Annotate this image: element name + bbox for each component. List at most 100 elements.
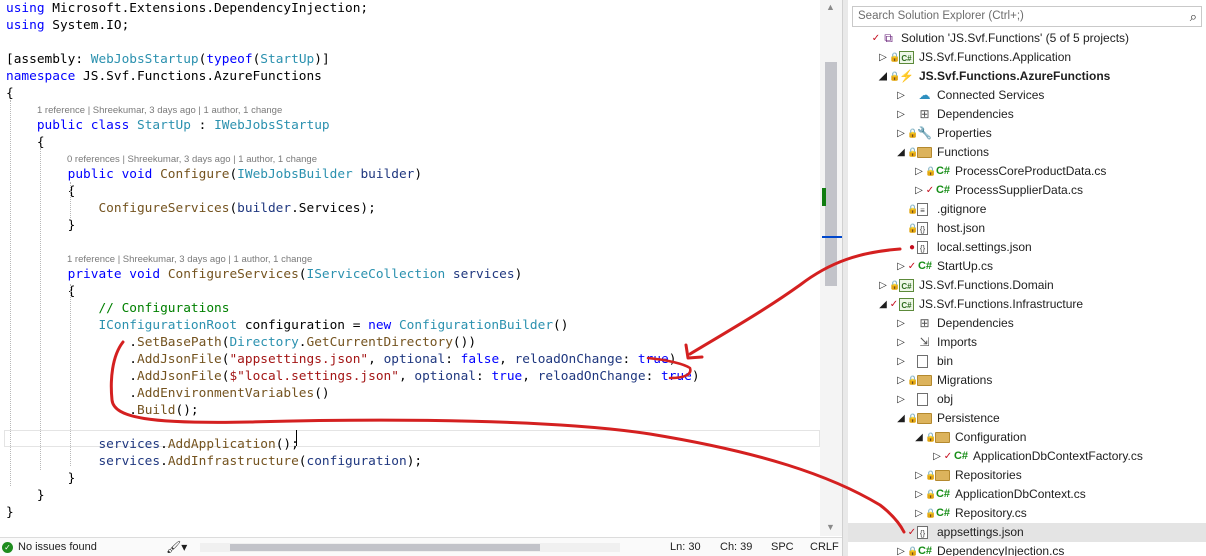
code-token: StartUp (260, 52, 315, 67)
tree-item[interactable]: ▷ ☁ Connected Services (848, 86, 1206, 105)
code-line[interactable]: services.AddInfrastructure(configuration… (6, 453, 422, 470)
code-line[interactable]: .AddEnvironmentVariables() (6, 385, 329, 402)
horizontal-scrollbar-thumb[interactable] (230, 544, 540, 551)
code-token: services (98, 437, 161, 452)
tree-item[interactable]: ●{} local.settings.json (848, 238, 1206, 257)
tree-item[interactable]: ◢ 🔒 Configuration (848, 428, 1206, 447)
code-line[interactable]: } (6, 504, 14, 521)
scrollbar-thumb[interactable] (825, 62, 837, 286)
editor-vertical-scrollbar[interactable]: ▲ ▼ (820, 0, 842, 536)
tree-item[interactable]: ▷ 🔒 Repositories (848, 466, 1206, 485)
tree-item[interactable]: ▷ 🔒 Migrations (848, 371, 1206, 390)
code-line[interactable]: [assembly: WebJobsStartup(typeof(StartUp… (6, 51, 330, 68)
tree-item[interactable]: ▷ ✓ C# ProcessSupplierData.cs (848, 181, 1206, 200)
expand-chevron-down-icon[interactable]: ◢ (878, 295, 888, 314)
code-line[interactable]: ConfigureServices(builder.Services); (6, 200, 375, 217)
expand-chevron-right-icon[interactable]: ▷ (914, 485, 924, 504)
search-icon[interactable]: ⌕ (1190, 7, 1197, 26)
code-line[interactable]: IConfigurationRoot configuration = new C… (6, 317, 568, 334)
code-line[interactable]: using Microsoft.Extensions.DependencyInj… (6, 0, 368, 17)
tree-item[interactable]: ▷ ⊞ Dependencies (848, 105, 1206, 124)
tree-item[interactable]: ▷ obj (848, 390, 1206, 409)
expand-chevron-right-icon[interactable]: ▷ (896, 314, 906, 333)
line-number[interactable]: Ln: 30 (670, 538, 701, 556)
code-editor[interactable]: using Microsoft.Extensions.DependencyInj… (0, 0, 848, 556)
code-token: AddApplication (167, 437, 276, 452)
tree-item[interactable]: ◢ ✓ C# JS.Svf.Functions.Infrastructure (848, 295, 1206, 314)
code-line[interactable]: services.AddApplication(); (6, 436, 298, 453)
codelens-info[interactable]: 1 reference | Shreekumar, 3 days ago | 1… (37, 105, 282, 117)
code-token: using (6, 18, 53, 33)
expand-chevron-right-icon[interactable]: ▷ (896, 371, 906, 390)
codelens-info[interactable]: 0 references | Shreekumar, 3 days ago | … (67, 154, 317, 166)
expand-chevron-right-icon[interactable]: ▷ (932, 447, 942, 466)
tree-item[interactable]: ◢ 🔒 Persistence (848, 409, 1206, 428)
tree-item[interactable]: ▷ 🔒 C# JS.Svf.Functions.Application (848, 48, 1206, 67)
code-line[interactable]: public class StartUp : IWebJobsStartup (6, 117, 330, 134)
tree-item[interactable]: ▷ ⊞ Dependencies (848, 314, 1206, 333)
scroll-up-arrow-icon[interactable]: ▲ (826, 2, 835, 12)
code-line[interactable]: } (6, 470, 76, 487)
tree-item[interactable]: ▷ 🔒 C# JS.Svf.Functions.Domain (848, 276, 1206, 295)
column-number[interactable]: Ch: 39 (720, 538, 752, 556)
code-line[interactable]: .Build(); (6, 402, 198, 419)
tree-item[interactable]: ▷ 🔒 C# ApplicationDbContext.cs (848, 485, 1206, 504)
tree-item[interactable]: ▷ bin (848, 352, 1206, 371)
expand-chevron-right-icon[interactable]: ▷ (896, 542, 906, 556)
tree-item[interactable]: ◢ 🔒 Functions (848, 143, 1206, 162)
code-token: new (368, 318, 399, 333)
code-line[interactable]: } (6, 487, 45, 504)
tree-item[interactable]: ✓{} appsettings.json (848, 523, 1206, 542)
expand-chevron-right-icon[interactable]: ▷ (914, 162, 924, 181)
expand-chevron-right-icon[interactable]: ▷ (896, 333, 906, 352)
checked-in-lock-icon: 🔒 (907, 223, 919, 233)
expand-chevron-right-icon[interactable]: ▷ (914, 181, 924, 200)
expand-chevron-right-icon[interactable]: ▷ (914, 466, 924, 485)
expand-chevron-right-icon[interactable]: ▷ (896, 257, 906, 276)
code-line[interactable]: private void ConfigureServices(IServiceC… (6, 266, 523, 283)
tree-item[interactable]: ◢ 🔒 ⚡ JS.Svf.Functions.AzureFunctions (848, 67, 1206, 86)
expand-chevron-down-icon[interactable]: ◢ (878, 67, 888, 86)
tree-item[interactable]: ▷ 🔒 C# Repository.cs (848, 504, 1206, 523)
tree-item[interactable]: ▷ 🔒 C# ProcessCoreProductData.cs (848, 162, 1206, 181)
code-line[interactable]: namespace JS.Svf.Functions.AzureFunction… (6, 68, 322, 85)
solution-explorer-search-input[interactable]: Search Solution Explorer (Ctrl+;) ⌕ (852, 6, 1202, 27)
expand-chevron-right-icon[interactable]: ▷ (878, 276, 888, 295)
tree-item[interactable]: ✓ ⧉ Solution 'JS.Svf.Functions' (5 of 5 pr… (848, 29, 1206, 48)
scroll-down-arrow-icon[interactable]: ▼ (826, 522, 835, 532)
expand-chevron-right-icon[interactable]: ▷ (896, 390, 906, 409)
tree-item[interactable]: ▷ ✓ C# ApplicationDbContextFactory.cs (848, 447, 1206, 466)
code-line[interactable]: .AddJsonFile($"local.settings.json", opt… (6, 368, 699, 385)
tree-item[interactable]: ▷ 🔒 🔧 Properties (848, 124, 1206, 143)
code-area[interactable]: using Microsoft.Extensions.DependencyInj… (0, 0, 820, 536)
expand-chevron-down-icon[interactable]: ◢ (914, 428, 924, 447)
expand-chevron-right-icon[interactable]: ▷ (878, 48, 888, 67)
expand-chevron-down-icon[interactable]: ◢ (896, 409, 906, 428)
brush-cleanup-icon[interactable]: 🖌▾ (166, 538, 187, 556)
code-line[interactable]: using System.IO; (6, 17, 129, 34)
code-token: reloadOnChange (514, 352, 623, 367)
expand-chevron-right-icon[interactable]: ▷ (914, 504, 924, 523)
tree-item[interactable]: 🔒{} host.json (848, 219, 1206, 238)
expand-chevron-right-icon[interactable]: ▷ (896, 86, 906, 105)
editor-horizontal-scrollbar[interactable] (200, 543, 620, 552)
code-token: ( (229, 167, 238, 182)
expand-chevron-right-icon[interactable]: ▷ (896, 124, 906, 143)
tree-item[interactable]: 🔒 ≡ .gitignore (848, 200, 1206, 219)
codelens-info[interactable]: 1 reference | Shreekumar, 3 days ago | 1… (67, 254, 312, 266)
tree-item[interactable]: ▷ ✓ C# StartUp.cs (848, 257, 1206, 276)
tree-item[interactable]: ▷ ⇲ Imports (848, 333, 1206, 352)
expand-chevron-right-icon[interactable]: ▷ (896, 105, 906, 124)
solution-explorer: Search Solution Explorer (Ctrl+;) ⌕ ✓ ⧉ So… (848, 0, 1206, 556)
code-line[interactable]: public void Configure(IWebJobsBuilder bu… (6, 166, 422, 183)
tree-item[interactable]: ▷ 🔒 C# DependencyInjection.cs (848, 542, 1206, 556)
code-line[interactable]: .AddJsonFile("appsettings.json", optiona… (6, 351, 676, 368)
code-line[interactable]: .SetBasePath(Directory.GetCurrentDirecto… (6, 334, 476, 351)
expand-chevron-down-icon[interactable]: ◢ (896, 143, 906, 162)
code-line[interactable]: { (6, 134, 45, 151)
insert-mode[interactable]: SPC (771, 538, 794, 556)
line-ending[interactable]: CRLF (810, 538, 839, 556)
issues-status[interactable]: No issues found (18, 538, 97, 556)
tree-item-label: JS.Svf.Functions.Infrastructure (919, 297, 1084, 311)
expand-chevron-right-icon[interactable]: ▷ (896, 352, 906, 371)
